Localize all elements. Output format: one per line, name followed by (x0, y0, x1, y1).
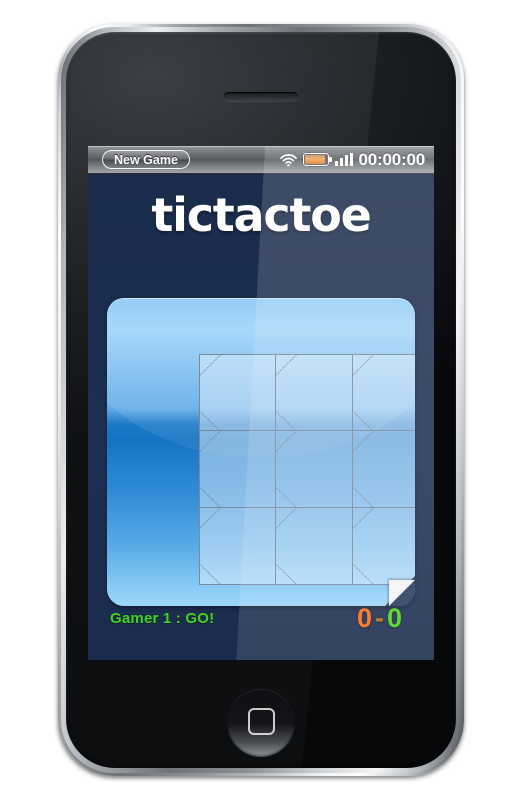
cell-diagonal-icon (200, 431, 222, 507)
page-title: tictactoe (151, 188, 372, 242)
board-cell-2-3[interactable] (352, 431, 415, 508)
signal-bars-icon (334, 153, 353, 166)
status-bar-indicators: 00:00:00 (279, 146, 426, 173)
board-cell-3-2[interactable] (276, 507, 353, 584)
board-cell-1-3[interactable] (352, 355, 415, 432)
cell-diagonal-icon (352, 431, 375, 507)
board-cell-2-1[interactable] (200, 431, 277, 508)
footer-status-row: Gamer 1 : GO! 0 - 0 (88, 603, 434, 633)
tictactoe-board-card (107, 298, 415, 606)
board-cell-3-1[interactable] (200, 507, 277, 584)
cell-diagonal-icon (352, 431, 376, 507)
cell-diagonal-icon (276, 431, 298, 507)
score-separator: - (374, 602, 384, 633)
cell-diagonal-icon (200, 355, 222, 431)
board-cell-3-3[interactable] (352, 507, 415, 584)
app-content: tictactoe Gamer 1: GO! 0 - 0 (88, 174, 434, 660)
score-player1: 0 (356, 602, 372, 633)
wifi-icon (279, 153, 297, 167)
cell-diagonal-icon (200, 355, 222, 431)
board-cell-1-2[interactable] (276, 355, 353, 432)
cell-diagonal-icon (352, 355, 376, 431)
cell-diagonal-icon (200, 507, 222, 584)
earpiece-speaker-icon (224, 92, 298, 101)
tictactoe-grid-wrapper (199, 354, 415, 585)
board-cell-1-1[interactable] (200, 355, 277, 432)
cell-diagonal-icon (276, 507, 299, 584)
scoreboard: 0 - 0 (357, 603, 412, 634)
board-cell-2-2[interactable] (276, 431, 353, 508)
cell-diagonal-icon (276, 355, 298, 431)
cell-diagonal-icon (352, 507, 376, 584)
turn-indicator: Gamer 1 : GO! (110, 609, 215, 627)
status-clock: 00:00:00 (358, 149, 426, 169)
cell-diagonal-icon (276, 507, 298, 584)
home-button[interactable] (227, 689, 295, 757)
tictactoe-grid (199, 354, 415, 585)
cell-diagonal-icon (352, 507, 375, 584)
status-bar: New Game 00:00:00 (88, 146, 434, 174)
cell-diagonal-icon (276, 355, 299, 431)
cell-diagonal-icon (352, 355, 375, 431)
cell-diagonal-icon (200, 507, 222, 584)
score-player2: 0 (386, 602, 402, 633)
new-game-button[interactable]: New Game (102, 150, 190, 169)
battery-fill (304, 155, 325, 164)
device-stage: New Game 00:00:00 tictactoe Gamer 1: GO… (0, 0, 522, 800)
cell-diagonal-icon (276, 431, 299, 507)
battery-icon (302, 153, 332, 166)
phone-screen: New Game 00:00:00 tictactoe Gamer 1: GO… (88, 146, 434, 660)
home-button-square-icon (248, 708, 275, 735)
cell-diagonal-icon (200, 431, 222, 507)
